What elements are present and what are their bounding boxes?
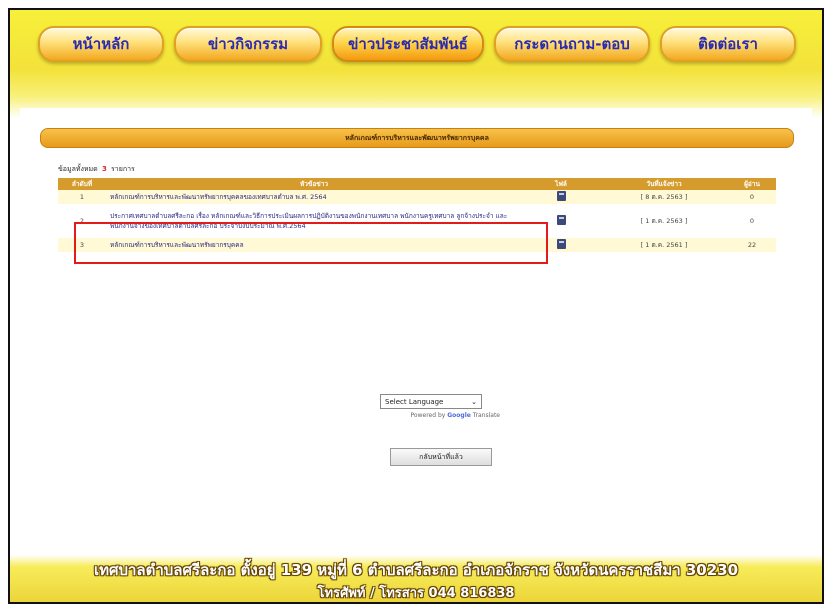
count-label: ข้อมูลทั้งหมด (58, 165, 98, 173)
back-button[interactable]: กลับหน้าที่แล้ว (390, 448, 492, 466)
count-unit: รายการ (111, 165, 135, 173)
footer-address: เทศบาลตำบลศรีละกอ ตั้งอยู่ 139 หมู่ที่ 6… (93, 561, 739, 579)
powered-by-label: Powered by (410, 412, 446, 419)
chevron-down-icon: ⌄ (471, 397, 477, 406)
count-value: 3 (101, 165, 107, 173)
header-no: ลำดับที่ (58, 178, 106, 190)
section-title-bar: หลักเกณฑ์การบริหารและพัฒนาทรัพยากรบุคคล (40, 128, 794, 148)
nav-tab-activities[interactable]: ข่าวกิจกรรม (174, 26, 322, 62)
header-date: วันที่แจ้งข่าว (600, 178, 728, 190)
section-title: หลักเกณฑ์การบริหารและพัฒนาทรัพยากรบุคคล (345, 133, 489, 142)
header-title: หัวข้อข่าว (106, 178, 522, 190)
page-frame: หน้าหลัก ข่าวกิจกรรม ข่าวประชาสัมพันธ์ ก… (8, 8, 824, 604)
header-views: ผู้อ่าน (728, 178, 776, 190)
row-date: [ 8 ต.ค. 2563 ] (640, 193, 688, 201)
file-icon[interactable] (556, 215, 566, 225)
footer: เทศบาลตำบลศรีละกอ ตั้งอยู่ 139 หมู่ที่ 6… (10, 555, 822, 602)
header-file: ไฟล์ (522, 178, 600, 190)
file-icon[interactable] (556, 239, 566, 249)
google-logo[interactable]: Google (447, 412, 471, 419)
table-row: 1 หลักเกณฑ์การบริหารและพัฒนาทรัพยากรบุคค… (58, 190, 776, 204)
row-number: 1 (79, 193, 85, 201)
row-date: [ 1 ต.ค. 2561 ] (640, 241, 688, 249)
header-banner: หน้าหลัก ข่าวกิจกรรม ข่าวประชาสัมพันธ์ ก… (10, 10, 822, 118)
language-select-label: Select Language (385, 397, 444, 406)
google-translate-widget: Select Language ⌄ Powered by Google Tran… (372, 394, 504, 419)
row-views: 22 (747, 241, 757, 249)
highlight-box (74, 222, 548, 264)
file-download[interactable] (522, 190, 600, 204)
row-date: [ 1 ต.ค. 2563 ] (640, 217, 688, 225)
row-views: 0 (749, 217, 755, 225)
file-icon[interactable] (556, 191, 566, 201)
language-select[interactable]: Select Language ⌄ (380, 394, 482, 409)
table-header-row: ลำดับที่ หัวข้อข่าว ไฟล์ วันที่แจ้งข่าว … (58, 178, 776, 190)
footer-phone: โทรศัพท์ / โทรสาร 044 816838 (317, 586, 515, 601)
nav-tab-announcements[interactable]: ข่าวประชาสัมพันธ์ (332, 26, 484, 62)
powered-by: Powered by Google Translate (372, 412, 500, 419)
translate-link[interactable]: Translate (473, 412, 500, 419)
nav-tab-home[interactable]: หน้าหลัก (38, 26, 164, 62)
row-views: 0 (749, 193, 755, 201)
row-title-link[interactable]: หลักเกณฑ์การบริหารและพัฒนาทรัพยากรบุคคลข… (106, 190, 522, 204)
record-count: ข้อมูลทั้งหมด 3 รายการ (58, 164, 135, 175)
main-nav: หน้าหลัก ข่าวกิจกรรม ข่าวประชาสัมพันธ์ ก… (38, 26, 796, 62)
nav-tab-contact[interactable]: ติดต่อเรา (660, 26, 796, 62)
main-content: หลักเกณฑ์การบริหารและพัฒนาทรัพยากรบุคคล … (20, 108, 812, 543)
nav-tab-qa-board[interactable]: กระดานถาม-ตอบ (494, 26, 650, 62)
